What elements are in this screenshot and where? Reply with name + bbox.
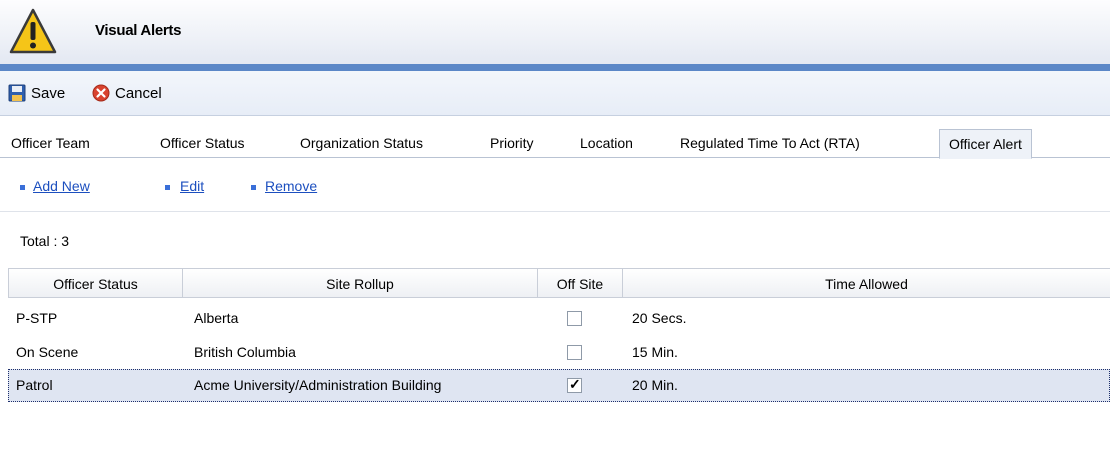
bullet-icon (251, 185, 256, 190)
toolbar: Save Cancel (0, 71, 1110, 116)
tab-regulated-time-to-act[interactable]: Regulated Time To Act (RTA) (680, 130, 860, 158)
tab-location[interactable]: Location (580, 130, 633, 158)
column-header-officer-status[interactable]: Officer Status (8, 268, 183, 298)
tab-officer-alert[interactable]: Officer Alert (939, 129, 1032, 159)
tab-officer-team[interactable]: Officer Team (11, 130, 90, 158)
time-allowed-cell: 20 Secs. (632, 310, 687, 326)
officer-status-cell: Patrol (16, 377, 53, 393)
column-header-time-allowed[interactable]: Time Allowed (623, 268, 1110, 298)
site-rollup-cell: British Columbia (194, 344, 296, 360)
add-new-link[interactable]: Add New (33, 178, 90, 194)
table-row[interactable]: P-STP Alberta 20 Secs. (8, 302, 1110, 335)
cancel-button[interactable]: Cancel (92, 83, 162, 103)
warning-triangle-icon (9, 8, 57, 54)
save-disk-icon (8, 84, 26, 102)
site-rollup-cell: Alberta (194, 310, 239, 326)
tab-officer-status[interactable]: Officer Status (160, 130, 245, 158)
off-site-checkbox[interactable] (567, 345, 582, 360)
table-row[interactable]: On Scene British Columbia 15 Min. (8, 336, 1110, 369)
remove-link[interactable]: Remove (265, 178, 317, 194)
tab-priority[interactable]: Priority (490, 130, 534, 158)
column-header-off-site[interactable]: Off Site (538, 268, 623, 298)
bullet-icon (165, 185, 170, 190)
title-divider (0, 64, 1110, 71)
off-site-checkbox[interactable] (567, 376, 582, 393)
time-allowed-cell: 15 Min. (632, 344, 678, 360)
tab-strip: Officer Team Officer Status Organization… (0, 126, 1110, 159)
save-button[interactable]: Save (8, 83, 65, 103)
officer-status-cell: On Scene (16, 344, 79, 360)
total-count: Total : 3 (20, 233, 70, 249)
table-row-selected[interactable]: Patrol Acme University/Administration Bu… (8, 369, 1110, 402)
cancel-x-icon (92, 84, 110, 102)
site-rollup-cell: Acme University/Administration Building (194, 377, 442, 393)
tab-organization-status[interactable]: Organization Status (300, 130, 423, 158)
time-allowed-cell: 20 Min. (632, 377, 678, 393)
off-site-checkbox[interactable] (567, 311, 582, 326)
cancel-label: Cancel (115, 84, 162, 102)
save-label: Save (31, 84, 66, 102)
officer-status-cell: P-STP (16, 310, 58, 326)
bullet-icon (20, 185, 25, 190)
title-bar: Visual Alerts (0, 0, 1110, 64)
action-links: Add New Edit Remove (0, 160, 1110, 212)
window-title: Visual Alerts (95, 22, 182, 39)
column-header-site-rollup[interactable]: Site Rollup (183, 268, 538, 298)
edit-link[interactable]: Edit (180, 178, 204, 194)
